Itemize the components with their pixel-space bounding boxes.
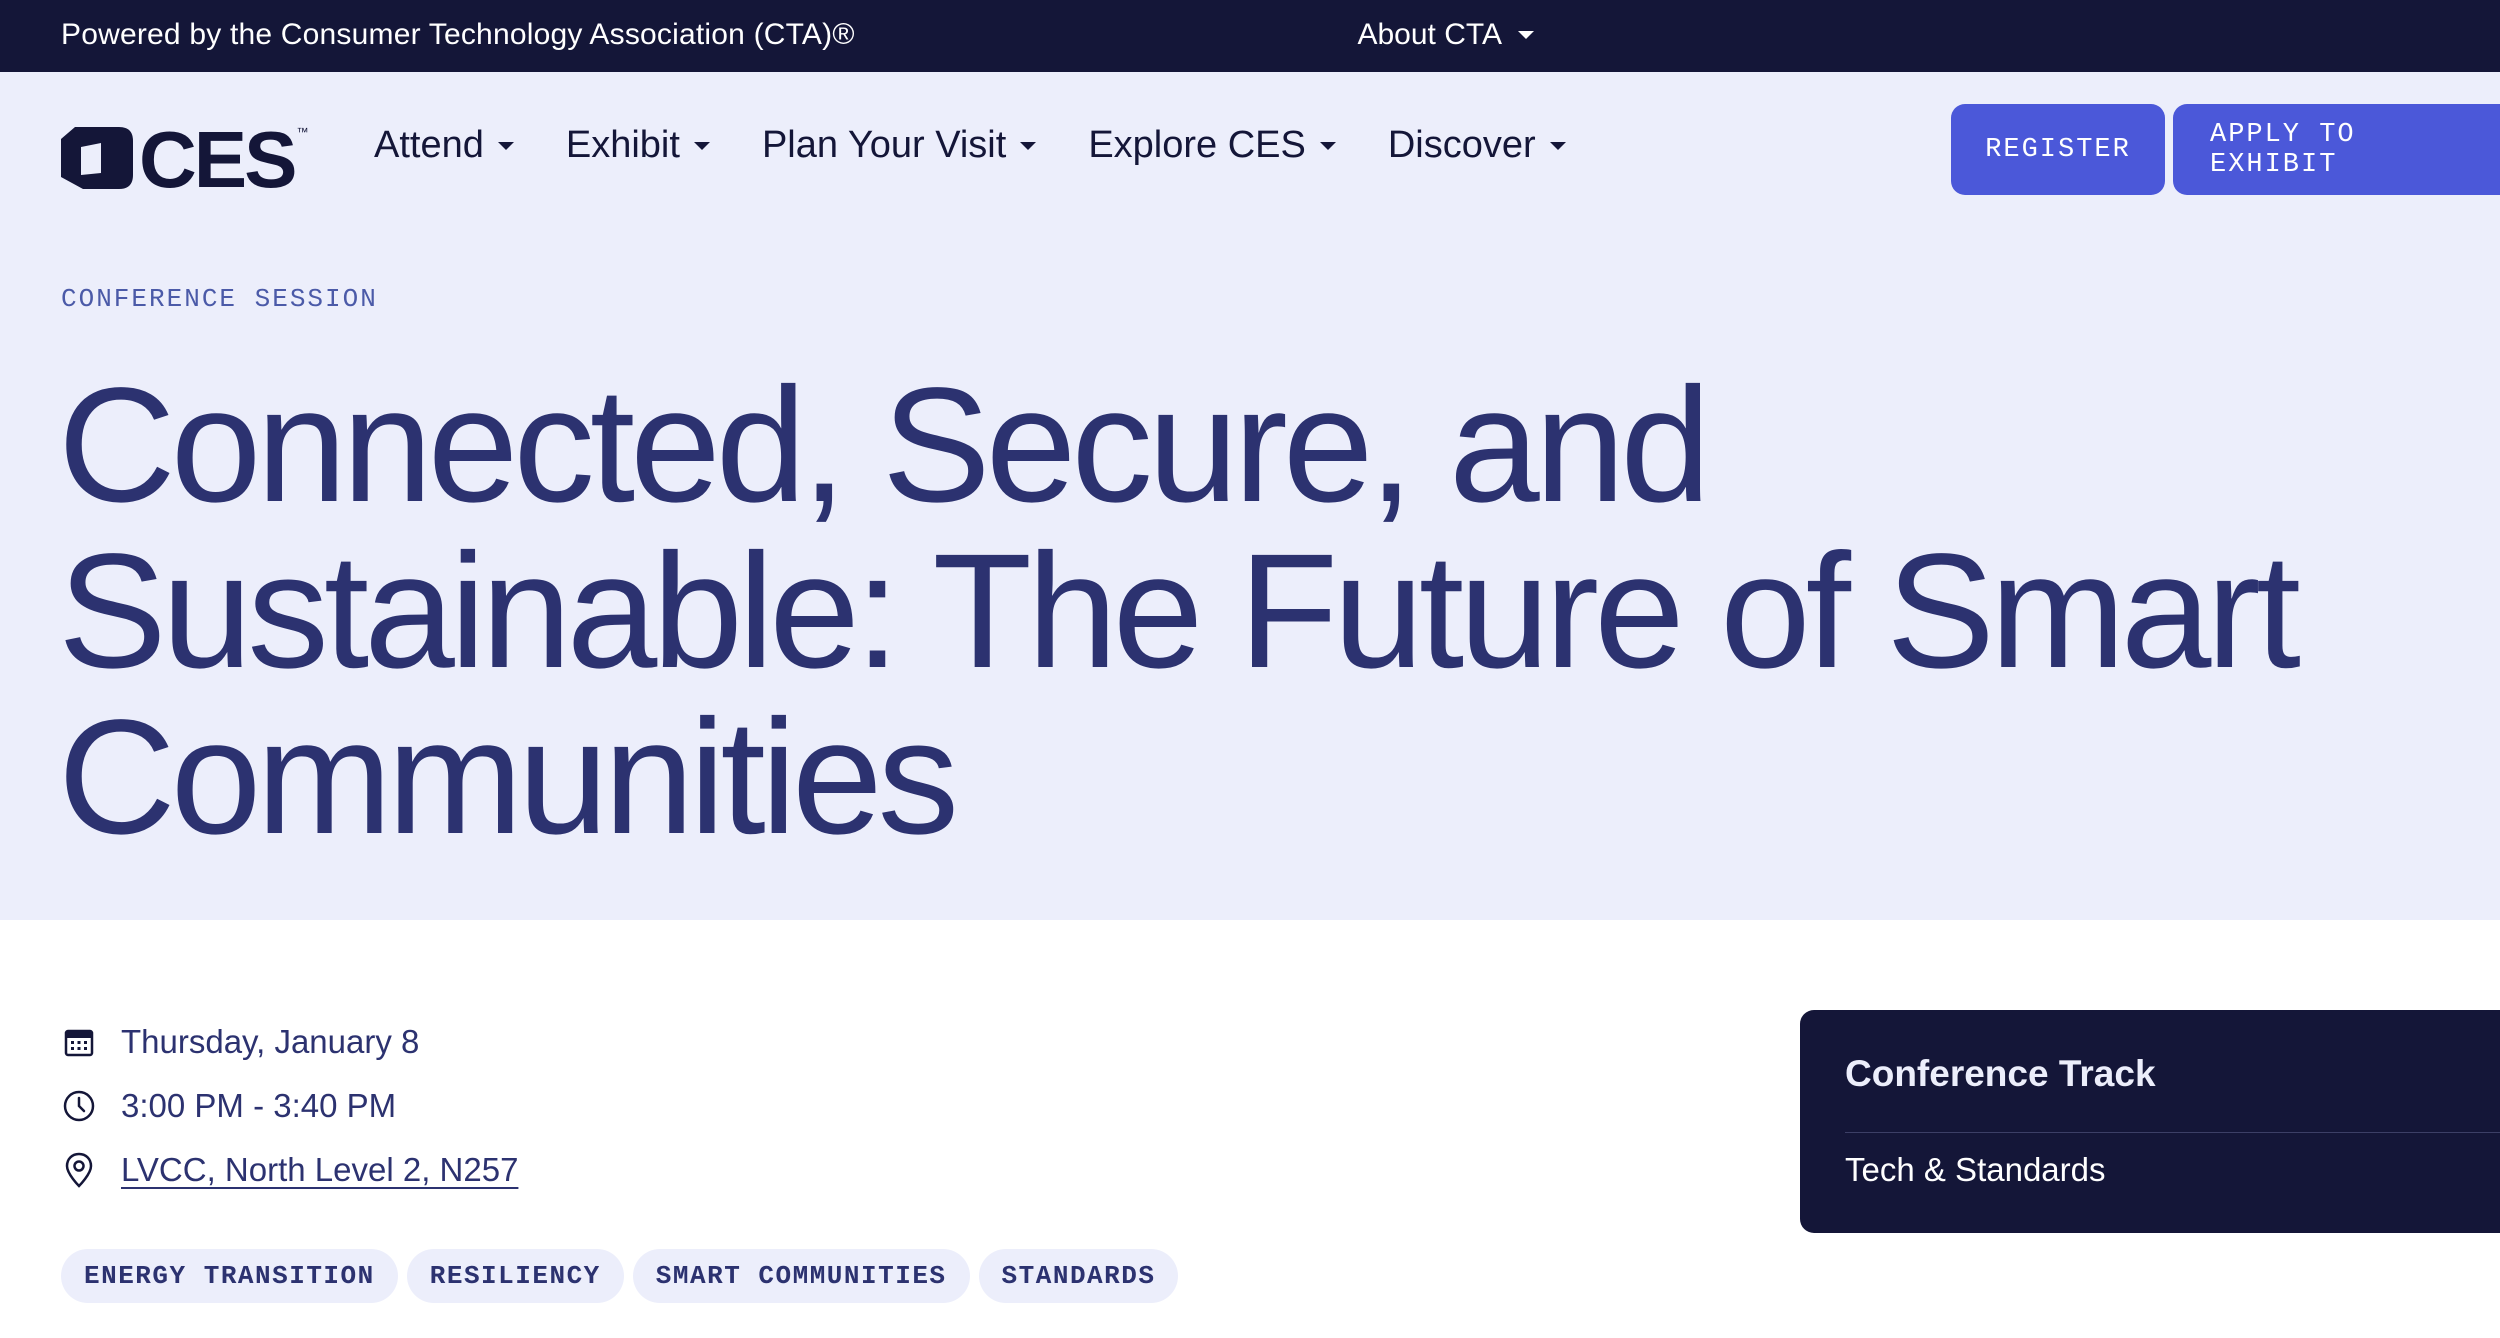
map-pin-icon (61, 1152, 97, 1188)
trademark-mark: ™ (296, 125, 309, 139)
session-type-eyebrow: CONFERENCE SESSION (61, 284, 378, 314)
clock-icon (61, 1088, 97, 1124)
nav-plan-your-visit-label: Plan Your Visit (761, 124, 1007, 166)
ces-logo-text: CES (139, 115, 297, 204)
main-navigation: CES ™ Attend Exhibit Plan Your Visit Exp… (0, 72, 2500, 227)
chevron-down-icon (693, 141, 710, 150)
ces-logo-mark-icon (61, 127, 133, 189)
nav-discover[interactable]: Discover (1388, 124, 1566, 167)
chevron-down-icon (497, 141, 514, 150)
nav-discover-label: Discover (1387, 124, 1536, 166)
chevron-down-icon (1319, 141, 1336, 150)
session-location-row: LVCC, North Level 2, N257 (61, 1138, 518, 1202)
conference-track-card: Conference Track Tech & Standards (1800, 1010, 2500, 1233)
nav-plan-your-visit[interactable]: Plan Your Visit (761, 124, 1037, 167)
nav-explore-ces-label: Explore CES (1088, 124, 1306, 166)
session-date-row: Thursday, January 8 (61, 1010, 518, 1074)
primary-menu: Attend Exhibit Plan Your Visit Explore C… (374, 124, 1566, 167)
session-details: Thursday, January 8 3:00 PM - 3:40 PM LV… (61, 1010, 518, 1202)
session-time-row: 3:00 PM - 3:40 PM (61, 1074, 518, 1138)
apply-to-exhibit-button[interactable]: APPLY TO EXHIBIT (2173, 104, 2500, 195)
session-date: Thursday, January 8 (121, 1023, 420, 1060)
chevron-down-icon (1020, 141, 1037, 150)
conference-track-value[interactable]: Tech & Standards (1845, 1142, 2106, 1198)
conference-track-label: Conference Track (1845, 1053, 2156, 1094)
tag-standards[interactable]: STANDARDS (978, 1249, 1179, 1303)
session-time: 3:00 PM - 3:40 PM (121, 1087, 397, 1124)
tag-energy-transition[interactable]: ENERGY TRANSITION (61, 1249, 398, 1303)
chevron-down-icon (1549, 141, 1566, 150)
chevron-down-icon (1518, 31, 1534, 39)
ces-logo[interactable]: CES ™ (61, 115, 309, 204)
tag-smart-communities[interactable]: SMART COMMUNITIES (632, 1249, 970, 1303)
hero-section: CES ™ Attend Exhibit Plan Your Visit Exp… (0, 72, 2500, 920)
session-title: Connected, Secure, and Sustainable: The … (58, 353, 2301, 868)
nav-attend-label: Attend (374, 124, 484, 166)
nav-exhibit[interactable]: Exhibit (566, 124, 710, 167)
track-divider (1845, 1132, 2500, 1133)
nav-exhibit-label: Exhibit (565, 124, 680, 166)
about-cta-menu[interactable]: About CTA (1357, 18, 1534, 52)
topic-tags: ENERGY TRANSITION RESILIENCY SMART COMMU… (61, 1249, 1179, 1303)
register-button[interactable]: REGISTER (1951, 104, 2165, 195)
tag-resiliency[interactable]: RESILIENCY (406, 1249, 624, 1303)
nav-explore-ces[interactable]: Explore CES (1088, 124, 1336, 167)
nav-attend[interactable]: Attend (374, 124, 514, 167)
about-cta-label: About CTA (1357, 18, 1502, 51)
powered-by-text: Powered by the Consumer Technology Assoc… (61, 18, 855, 51)
session-location-link[interactable]: LVCC, North Level 2, N257 (121, 1151, 518, 1189)
top-utility-bar: Powered by the Consumer Technology Assoc… (0, 0, 2500, 72)
calendar-icon (61, 1024, 97, 1060)
